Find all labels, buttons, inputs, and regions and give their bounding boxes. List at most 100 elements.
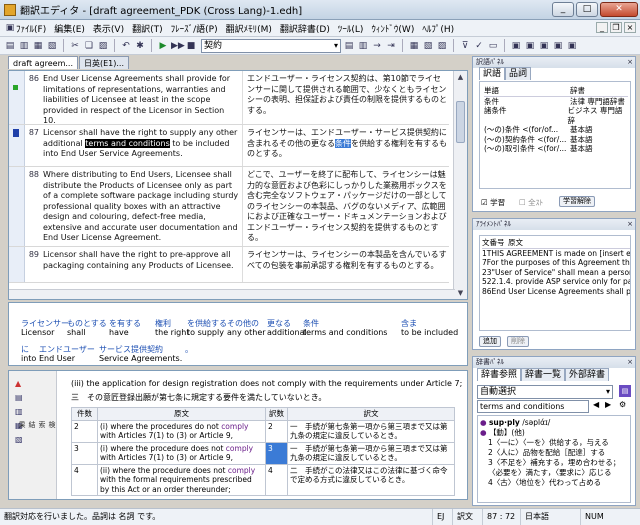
translate-play-icon[interactable]: ▶ — [157, 40, 169, 52]
scroll-down-icon[interactable]: ▼ — [454, 287, 467, 299]
memory-register-icon[interactable]: ▧ — [422, 40, 434, 52]
copy-icon[interactable]: ❏ — [83, 40, 95, 52]
menu-window[interactable]: ｳｨﾝﾄﾞｳ(W) — [371, 22, 414, 35]
term-row[interactable]: 条件 法律 専門語辞書 — [484, 97, 628, 107]
lightbulb-icon[interactable]: ✱ — [134, 40, 146, 52]
col-dict[interactable]: 辞書 — [570, 86, 585, 96]
maximize-button[interactable]: □ — [576, 2, 598, 17]
col-target[interactable]: 訳文 — [287, 407, 455, 421]
word-register-icon[interactable]: ▤ — [343, 40, 355, 52]
segment-target[interactable]: エンドユーザー・ライセンス契約は、第10節でライセンサーに関して提供される範囲で… — [247, 74, 447, 116]
alignment-row[interactable]: 23"User of Service" shall mean a person … — [482, 268, 630, 278]
memory-edit-icon[interactable]: ▨ — [436, 40, 448, 52]
selected-source-term[interactable]: terms and conditions — [85, 138, 170, 148]
memory-settings-icon[interactable]: ▧ — [15, 435, 27, 445]
parse-token[interactable]: 。 — [185, 345, 193, 354]
col-yaku[interactable]: 訳数 — [265, 407, 288, 421]
parse-view[interactable]: ライセンサー Licensor ものとする shall を有する have 権利 the… — [8, 302, 468, 366]
open-icon[interactable]: ▥ — [18, 40, 30, 52]
col-word[interactable]: 単語 — [484, 86, 570, 96]
col-count[interactable]: 件数 — [71, 407, 98, 421]
tab-ej-dictionary[interactable]: 日英(E1)... — [78, 56, 129, 69]
segment-source[interactable]: Where distributing to End Users, License… — [43, 170, 239, 244]
segment-row[interactable]: 89 Licensor shall have the right to pre-… — [9, 247, 449, 283]
editor-vertical-scrollbar[interactable]: ▲ ▼ — [453, 71, 467, 299]
menu-file[interactable]: ﾌｧｲﾙ(F) — [16, 22, 46, 35]
segment-source[interactable]: End User License Agreements shall provid… — [43, 74, 239, 127]
parse-token[interactable]: 含ま to be included — [401, 319, 458, 337]
segment-target[interactable]: ライセンサーは、エンドユーザー・サービス提供契約に含まれるその他の更なる条件を供… — [247, 128, 447, 160]
layout-icon[interactable]: ▭ — [487, 40, 499, 52]
mdi-close-icon[interactable]: × — [624, 22, 636, 33]
search-prev-icon[interactable]: ◀ — [593, 400, 599, 409]
search-settings-icon[interactable]: ⚙ — [619, 400, 626, 409]
alignment-row[interactable]: 1THIS AGREEMENT is made on [insert effe.… — [482, 249, 630, 259]
memory-view-icon[interactable]: ▤ — [15, 393, 27, 403]
tab-terms[interactable]: 訳語 — [479, 67, 506, 80]
panel-close-icon[interactable]: × — [627, 57, 633, 68]
tab-draft-agreement[interactable]: draft agreem... — [8, 56, 78, 69]
memory-results-table[interactable]: 件数 原文 訳数 訳文 2 (i) where the procedures d… — [71, 407, 455, 496]
alignment-list[interactable]: 文番号 原文 1 THIS AGREEMENT is made on [insert… — [479, 235, 631, 331]
menu-tools[interactable]: ﾂｰﾙ(L) — [338, 22, 364, 35]
alignment-row[interactable]: 522.1.4. provide ASP service only for pa… — [482, 277, 630, 287]
scroll-up-icon[interactable]: ▲ — [454, 71, 467, 83]
arrow-right-icon[interactable]: → — [371, 40, 383, 52]
dictionary-select[interactable]: 自動選択 — [477, 385, 613, 399]
panel-close-icon[interactable]: × — [627, 357, 633, 368]
mdi-restore-icon[interactable]: ❐ — [610, 22, 622, 33]
menu-phrase[interactable]: ﾌﾚｰｽﾞ/語(P) — [171, 22, 218, 35]
panel-close-icon[interactable]: × — [627, 219, 633, 230]
segment-row[interactable]: 88 Where distributing to End Users, Lice… — [9, 167, 449, 247]
translate-all-icon[interactable]: ▶▶ — [171, 40, 185, 52]
parse-token[interactable]: ライセンサー Licensor — [21, 319, 69, 337]
editor-horizontal-scrollbar[interactable] — [9, 289, 455, 299]
parse-token[interactable]: 条件 terms and conditions — [303, 319, 387, 337]
term-row[interactable]: (〜の)取引条件 <(for/... 基本語 — [484, 144, 628, 154]
selected-target-term[interactable]: 条件 — [335, 138, 351, 148]
print-icon[interactable]: ▧ — [46, 40, 58, 52]
memory-copy-icon[interactable]: ▥ — [15, 407, 27, 417]
parse-token[interactable]: 権利 the right — [155, 319, 189, 337]
dictionary-search-input[interactable]: terms and conditions — [477, 400, 589, 413]
alignment-row[interactable]: 7 For the purposes of this Agreement the … — [482, 258, 630, 268]
table-row[interactable]: 4 (ii) where the procedure does not comp… — [71, 463, 455, 496]
table-row[interactable]: 2 (i) where the procedures do not comply… — [71, 419, 455, 443]
cut-icon[interactable]: ✂ — [69, 40, 81, 52]
menu-help[interactable]: ﾍﾙﾌﾟ(H) — [422, 22, 454, 35]
check-icon[interactable]: ✓ — [473, 40, 485, 52]
alignment-row[interactable]: 86End User License Agreements shall prov… — [482, 287, 630, 297]
all-checkbox[interactable]: ☐ 全ｽﾄ — [519, 197, 543, 208]
parse-token[interactable]: その他の any other — [227, 319, 266, 337]
memory-search-icon[interactable]: ▦ — [408, 40, 420, 52]
parse-token[interactable]: サービス提供契約 Service Agreements. — [99, 345, 182, 363]
panel-4-icon[interactable]: ▣ — [552, 40, 564, 52]
term-row[interactable]: 諸条件 ビジネス 専門語辞 — [484, 106, 628, 125]
filter-icon[interactable]: ⊽ — [459, 40, 471, 52]
segment-row[interactable]: 86 End User License Agreements shall pro… — [9, 71, 449, 125]
col-source[interactable]: 原文 — [508, 238, 523, 248]
menu-view[interactable]: 表示(V) — [93, 22, 124, 35]
tab-dict-list[interactable]: 辞書一覧 — [521, 368, 566, 381]
scroll-thumb[interactable] — [456, 101, 465, 143]
term-row[interactable]: (〜の)契約条件 <(for/... 基本語 — [484, 135, 628, 145]
delete-button[interactable]: 削除 — [507, 336, 529, 347]
segment-row-current[interactable]: 87 Licensor shall have the right to supp… — [9, 125, 449, 167]
panel-2-icon[interactable]: ▣ — [524, 40, 536, 52]
warning-icon[interactable]: ▲ — [15, 379, 27, 389]
term-row[interactable]: (〜の)条件 <(for/of... 基本語 — [484, 125, 628, 135]
col-sentence-no[interactable]: 文番号 — [482, 238, 508, 248]
tab-pos[interactable]: 品詞 — [505, 67, 532, 80]
field-select[interactable]: 契約 — [201, 38, 341, 53]
add-button[interactable]: 追加 — [479, 336, 501, 347]
parse-token[interactable]: 更なる additional — [267, 319, 307, 337]
panel-5-icon[interactable]: ▣ — [566, 40, 578, 52]
tab-dict-lookup[interactable]: 辞書参照 — [477, 368, 522, 381]
segment-source[interactable]: Licensor shall have the right to pre-app… — [43, 250, 239, 271]
translation-editor[interactable]: 86 End User License Agreements shall pro… — [8, 70, 468, 300]
save-icon[interactable]: ▦ — [32, 40, 44, 52]
term-list[interactable]: 単語 辞書 条件 法律 専門語辞書 諸条件 ビジネス 専門語辞 (〜の)条件 <(fo… — [479, 81, 631, 189]
parse-token[interactable]: ものとする shall — [67, 319, 107, 337]
tab-external-dict[interactable]: 外部辞書 — [565, 368, 610, 381]
minimize-button[interactable]: _ — [552, 2, 574, 17]
